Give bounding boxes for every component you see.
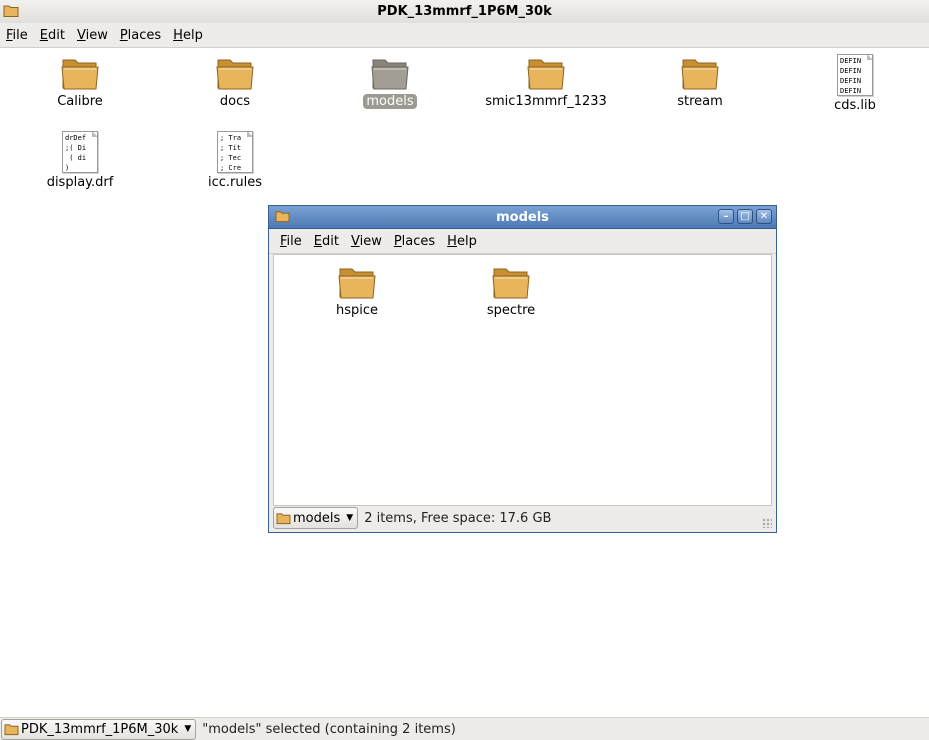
status-text: "models" selected (containing 2 items) bbox=[202, 721, 456, 737]
folder-item-spectre[interactable]: spectre bbox=[441, 265, 581, 318]
minimize-button[interactable]: – bbox=[718, 209, 734, 224]
menu-file[interactable]: File bbox=[0, 28, 34, 43]
main-title-bar[interactable]: PDK_13mmrf_1P6M_30k bbox=[0, 0, 929, 24]
minimize-icon: – bbox=[723, 210, 729, 222]
location-label: PDK_13mmrf_1P6M_30k bbox=[21, 721, 179, 737]
menu-view[interactable]: View bbox=[71, 28, 114, 43]
item-label: Calibre bbox=[57, 94, 103, 109]
main-menubar: File Edit View Places Help bbox=[0, 23, 929, 48]
folder-icon bbox=[338, 268, 376, 299]
text-file-icon: drDef ;( Di ( di ) bbox=[62, 131, 98, 173]
menu-help[interactable]: Help bbox=[441, 234, 483, 249]
dropdown-arrow-icon: ▼ bbox=[184, 724, 192, 734]
main-status-bar: PDK_13mmrf_1P6M_30k ▼ "models" selected … bbox=[0, 717, 929, 740]
resize-grip-icon[interactable] bbox=[762, 518, 772, 528]
child-status-bar: models ▼ 2 items, Free space: 17.6 GB bbox=[273, 506, 773, 530]
menu-view[interactable]: View bbox=[345, 234, 388, 249]
status-text: 2 items, Free space: 17.6 GB bbox=[364, 510, 552, 526]
folder-item-models[interactable]: models bbox=[320, 56, 460, 109]
maximize-icon: □ bbox=[740, 210, 750, 222]
folder-icon bbox=[371, 59, 409, 90]
close-icon: ✕ bbox=[759, 210, 769, 222]
folder-item-stream[interactable]: stream bbox=[630, 56, 770, 109]
folder-item-hspice[interactable]: hspice bbox=[287, 265, 427, 318]
folder-icon bbox=[61, 59, 99, 90]
dropdown-arrow-icon: ▼ bbox=[346, 513, 354, 523]
menu-edit[interactable]: Edit bbox=[308, 234, 345, 249]
child-icon-view[interactable]: hspice spectre bbox=[273, 254, 772, 506]
item-label: models bbox=[363, 94, 417, 109]
menu-places[interactable]: Places bbox=[114, 28, 167, 43]
item-label: docs bbox=[219, 94, 251, 109]
menu-help[interactable]: Help bbox=[167, 28, 209, 43]
folder-icon bbox=[527, 59, 565, 90]
folder-icon bbox=[276, 512, 291, 524]
text-file-icon: DEFIN DEFIN DEFIN DEFIN bbox=[837, 54, 873, 96]
file-item-display-drf[interactable]: drDef ;( Di ( di ) display.drf bbox=[10, 131, 150, 190]
folder-item-smic13mmrf[interactable]: smic13mmrf_1233 bbox=[476, 56, 616, 109]
item-label: stream bbox=[677, 94, 723, 109]
folder-item-docs[interactable]: docs bbox=[165, 56, 305, 109]
location-label: models bbox=[293, 510, 341, 526]
item-label: cds.lib bbox=[834, 98, 876, 113]
menu-places[interactable]: Places bbox=[388, 234, 441, 249]
file-item-cds-lib[interactable]: DEFIN DEFIN DEFIN DEFIN cds.lib bbox=[785, 54, 925, 113]
folder-icon bbox=[4, 723, 19, 735]
folder-icon bbox=[681, 59, 719, 90]
folder-icon bbox=[492, 268, 530, 299]
child-menubar: File Edit View Places Help bbox=[269, 229, 776, 254]
child-title-bar[interactable]: models – □ ✕ bbox=[269, 206, 776, 229]
location-button[interactable]: PDK_13mmrf_1P6M_30k ▼ bbox=[1, 718, 197, 740]
text-file-icon: ; Tra ; Tit ; Tec ; Cre bbox=[217, 131, 253, 173]
menu-edit[interactable]: Edit bbox=[34, 28, 71, 43]
item-label: hspice bbox=[335, 303, 379, 318]
item-label: spectre bbox=[486, 303, 536, 318]
folder-icon bbox=[3, 4, 19, 22]
child-window-title: models bbox=[496, 209, 549, 225]
item-label: display.drf bbox=[46, 175, 114, 190]
item-label: smic13mmrf_1233 bbox=[485, 94, 607, 109]
folder-icon bbox=[275, 210, 290, 227]
maximize-button[interactable]: □ bbox=[737, 209, 753, 224]
menu-file[interactable]: File bbox=[274, 234, 308, 249]
location-button[interactable]: models ▼ bbox=[273, 507, 359, 529]
item-label: icc.rules bbox=[207, 175, 262, 190]
close-button[interactable]: ✕ bbox=[756, 209, 772, 224]
folder-item-calibre[interactable]: Calibre bbox=[10, 56, 150, 109]
file-item-icc-rules[interactable]: ; Tra ; Tit ; Tec ; Cre icc.rules bbox=[165, 131, 305, 190]
window-title: PDK_13mmrf_1P6M_30k bbox=[377, 4, 552, 19]
folder-icon bbox=[216, 59, 254, 90]
models-window: models – □ ✕ File Edit View Places Help … bbox=[268, 205, 777, 533]
